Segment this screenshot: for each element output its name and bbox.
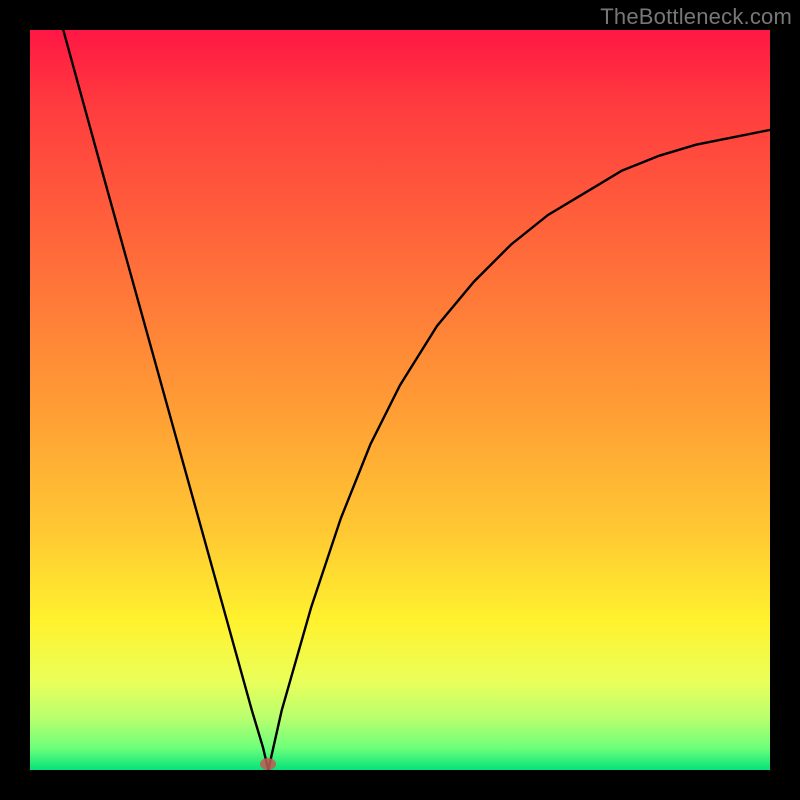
curve-right-branch xyxy=(268,130,770,770)
bottleneck-curve xyxy=(30,30,770,770)
watermark-label: TheBottleneck.com xyxy=(600,4,792,30)
chart-plot-area xyxy=(30,30,770,770)
chart-frame: TheBottleneck.com xyxy=(0,0,800,800)
curve-left-branch xyxy=(63,30,268,770)
